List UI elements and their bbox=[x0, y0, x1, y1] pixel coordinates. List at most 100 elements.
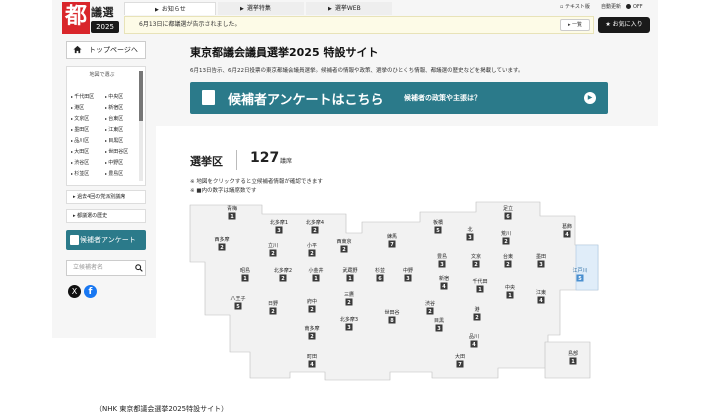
district-10[interactable]: 北3 bbox=[466, 226, 474, 241]
district-26[interactable]: 千代田 1 bbox=[472, 278, 487, 293]
district-13[interactable]: 葛飾 4 bbox=[562, 223, 572, 238]
district-35[interactable]: 北多摩3 3 bbox=[340, 316, 358, 331]
seat-number: 4 bbox=[442, 284, 446, 290]
district-27[interactable]: 八王子 5 bbox=[230, 295, 245, 310]
district-29[interactable]: 府中 2 bbox=[307, 298, 317, 313]
candidate-search-input[interactable]: 立候補者名 bbox=[66, 260, 146, 276]
home-button[interactable]: トップページへ bbox=[66, 41, 146, 59]
district-15[interactable]: 北多摩2 2 bbox=[274, 267, 292, 282]
ward-item[interactable]: 台東区 bbox=[105, 115, 123, 123]
tosho-region[interactable] bbox=[544, 341, 591, 379]
ward-item[interactable]: 新宿区 bbox=[105, 104, 123, 112]
seat-badge bbox=[504, 212, 512, 220]
ward-item[interactable]: 墨田区 bbox=[71, 126, 89, 134]
edogawa-region[interactable] bbox=[575, 244, 599, 291]
district-name: 西多摩 bbox=[214, 236, 229, 243]
district-18[interactable]: 杉並 6 bbox=[375, 267, 385, 282]
district-28[interactable]: 日野 2 bbox=[268, 300, 278, 315]
district-17[interactable]: 武蔵野 1 bbox=[342, 267, 357, 282]
district-3[interactable]: 北多摩4 2 bbox=[306, 219, 324, 234]
district-20[interactable]: 豊島 3 bbox=[437, 253, 447, 268]
district-40[interactable]: 町田 4 bbox=[307, 354, 317, 368]
district-name: 渋谷 bbox=[425, 300, 435, 307]
survey-button[interactable]: 候補者アンケート bbox=[66, 230, 146, 250]
district-19[interactable]: 中野 3 bbox=[403, 267, 413, 282]
district-38[interactable]: 南多摩 2 bbox=[304, 325, 319, 340]
district-name: 台東 bbox=[503, 253, 513, 260]
district-4[interactable]: 西多摩 2 bbox=[214, 236, 229, 251]
tab-notice[interactable]: ▶ お知らせ bbox=[124, 2, 216, 15]
ward-item[interactable]: 中野区 bbox=[105, 159, 123, 167]
district-8[interactable]: 練馬 7 bbox=[387, 233, 397, 248]
district-16[interactable]: 小金井 1 bbox=[308, 267, 323, 282]
survey-banner[interactable]: 候補者アンケートはこちら 候補者の政策や主張は？ ▶ bbox=[190, 82, 608, 114]
ward-item[interactable]: 大田区 bbox=[71, 148, 89, 156]
district-21[interactable]: 文京 2 bbox=[471, 253, 481, 268]
district-41[interactable]: 大田 7 bbox=[455, 353, 465, 368]
district-32[interactable]: 江東 4 bbox=[536, 289, 546, 304]
ward-item[interactable]: 港区 bbox=[71, 104, 84, 112]
district-2[interactable]: 北多摩1 3 bbox=[270, 219, 288, 234]
seat-number: 2 bbox=[271, 309, 275, 315]
text-version-link[interactable]: ▫ テキスト版 bbox=[560, 3, 590, 11]
district-39[interactable]: 品川 4 bbox=[469, 334, 479, 348]
history-link[interactable]: ▸ 都議選の歴史 bbox=[66, 209, 146, 223]
district-24[interactable]: 江戸川 5 bbox=[572, 267, 587, 282]
district-23[interactable]: 墨田 3 bbox=[536, 254, 546, 268]
logo-kanji: 都 bbox=[62, 2, 90, 34]
logo-words: 議選 bbox=[91, 6, 114, 19]
district-name: 北多摩2 bbox=[274, 267, 292, 274]
notice-list-button[interactable]: ▸ 一覧 bbox=[560, 19, 590, 31]
ward-item[interactable]: 品川区 bbox=[71, 137, 89, 145]
seat-badge bbox=[563, 230, 571, 238]
auto-update-toggle[interactable] bbox=[626, 4, 631, 9]
district-11[interactable]: 足立 6 bbox=[503, 205, 513, 220]
district-37[interactable]: 目黒 3 bbox=[434, 318, 444, 332]
district-7[interactable]: 西東京 2 bbox=[336, 238, 351, 253]
site-logo[interactable]: 都 議選 2025 bbox=[62, 2, 120, 34]
district-name: 港 bbox=[474, 306, 479, 313]
district-31[interactable]: 中央 1 bbox=[505, 284, 515, 299]
history-seats-link[interactable]: ▸ 過去4回の党派別議席 bbox=[66, 190, 146, 204]
district-5[interactable]: 立川 2 bbox=[268, 242, 278, 257]
seat-badge bbox=[502, 237, 510, 245]
district-14[interactable]: 昭島 1 bbox=[240, 267, 250, 282]
district-name: 三鷹 bbox=[344, 291, 354, 298]
favorite-button[interactable]: ★ お気に入り bbox=[598, 17, 650, 33]
seat-number: 3 bbox=[468, 235, 472, 241]
seat-unit: 議席 bbox=[280, 158, 293, 165]
ward-item[interactable]: 目黒区 bbox=[105, 137, 123, 145]
district-33[interactable]: 渋谷 2 bbox=[425, 300, 435, 315]
district-34[interactable]: 港2 bbox=[473, 306, 481, 321]
ward-item[interactable]: 杉並区 bbox=[71, 170, 89, 178]
district-name: 豊島 bbox=[437, 253, 447, 260]
x-share-icon[interactable]: X bbox=[68, 285, 81, 298]
seat-badge bbox=[472, 260, 480, 268]
district-36[interactable]: 世田谷 8 bbox=[384, 309, 399, 324]
ward-item[interactable]: 千代田区 bbox=[71, 93, 94, 101]
seat-number: 4 bbox=[310, 362, 314, 368]
ward-item[interactable]: 江東区 bbox=[105, 126, 123, 134]
district-6[interactable]: 小平 2 bbox=[307, 242, 317, 257]
ward-item[interactable]: 中央区 bbox=[105, 93, 123, 101]
facebook-share-icon[interactable]: f bbox=[84, 285, 97, 298]
district-12[interactable]: 荒川 2 bbox=[501, 230, 511, 245]
seat-badge bbox=[388, 240, 396, 248]
district-30[interactable]: 三鷹 2 bbox=[344, 291, 354, 306]
district-9[interactable]: 板橋 5 bbox=[433, 219, 443, 234]
district-1[interactable]: 青梅 1 bbox=[227, 205, 237, 220]
district-22[interactable]: 台東 2 bbox=[503, 253, 513, 268]
ward-item[interactable]: 文京区 bbox=[71, 115, 89, 123]
tab-tokushu[interactable]: ▶ 選挙特集 bbox=[218, 2, 304, 15]
district-42[interactable]: 島部 1 bbox=[568, 350, 578, 365]
ward-item[interactable]: 世田谷区 bbox=[105, 148, 128, 156]
seat-badge bbox=[228, 212, 236, 220]
ward-list-scroll-thumb[interactable] bbox=[139, 71, 143, 121]
ward-item[interactable]: 渋谷区 bbox=[71, 159, 89, 167]
notice-bar[interactable]: 6月13日に都議選が告示されました。 bbox=[124, 16, 594, 34]
ward-item[interactable]: 豊島区 bbox=[105, 170, 123, 178]
search-icon[interactable] bbox=[135, 264, 143, 272]
district-25[interactable]: 新宿 4 bbox=[439, 275, 449, 290]
seat-badge bbox=[434, 226, 442, 234]
tab-web[interactable]: ▶ 選挙WEB bbox=[306, 2, 392, 15]
